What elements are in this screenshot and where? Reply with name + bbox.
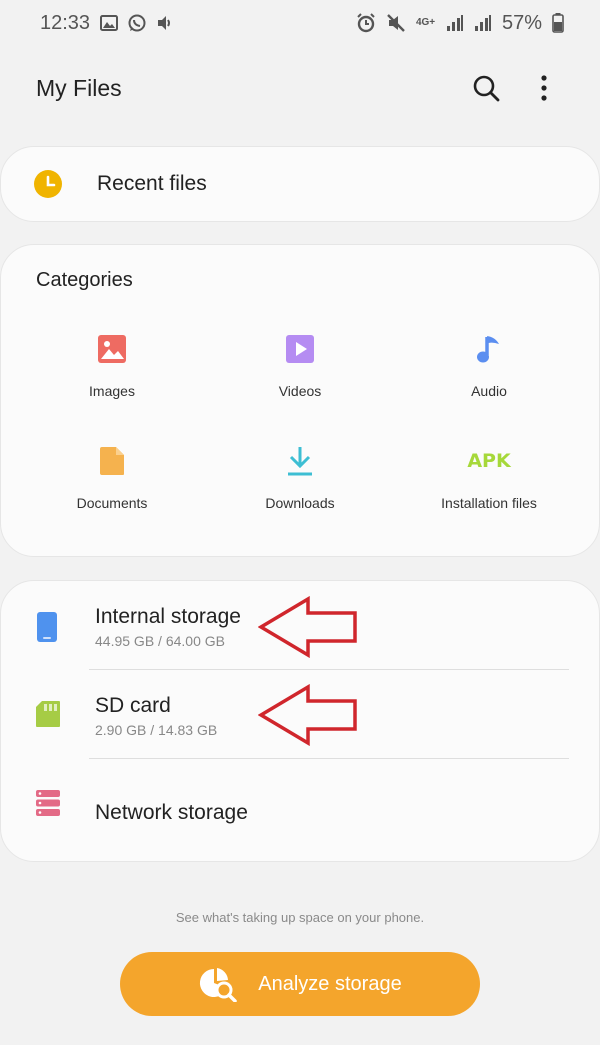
annotation-arrow-left-icon <box>258 684 357 746</box>
image-icon <box>98 335 126 363</box>
more-options-button[interactable] <box>524 68 564 108</box>
storage-name: Network storage <box>95 801 248 824</box>
category-installation-files[interactable]: APK Installation files <box>389 443 589 511</box>
status-time: 12:33 <box>40 11 91 34</box>
page-title: My Files <box>36 74 122 101</box>
sd-card-icon <box>36 701 60 727</box>
category-label: Audio <box>471 383 507 399</box>
recent-files-label: Recent files <box>97 172 207 195</box>
alarm-icon <box>356 13 376 33</box>
status-bar: 12:33 4G+ 57% <box>0 0 600 46</box>
category-label: Videos <box>278 383 322 399</box>
storage-name: SD card <box>95 694 171 717</box>
category-label: Installation files <box>441 495 537 511</box>
category-label: Downloads <box>265 495 335 511</box>
analyze-storage-icon <box>200 968 238 1002</box>
category-documents[interactable]: Documents <box>12 443 212 511</box>
signal-strength-icon-1 <box>446 14 464 32</box>
status-right: 4G+ 57% <box>356 12 564 35</box>
volume-icon <box>156 15 174 31</box>
gallery-notification-icon <box>100 15 119 31</box>
search-icon <box>473 75 500 102</box>
music-note-icon <box>477 336 499 363</box>
battery-icon <box>552 13 564 33</box>
apk-icon: APK <box>467 450 511 472</box>
category-videos[interactable]: Videos <box>200 331 400 399</box>
download-icon <box>288 447 312 476</box>
app-bar: My Files <box>0 60 600 116</box>
battery-percent: 57% <box>501 11 542 34</box>
category-downloads[interactable]: Downloads <box>200 443 400 511</box>
signal-strength-icon-2 <box>474 14 492 32</box>
annotation-arrow-left-icon <box>258 596 357 658</box>
search-button[interactable] <box>466 68 506 108</box>
analyze-storage-button[interactable]: Analyze storage <box>120 952 480 1016</box>
analyze-storage-label: Analyze storage <box>258 972 402 995</box>
status-left: 12:33 <box>40 12 174 35</box>
categories-card: Categories Images Videos Audio Documents… <box>0 244 600 557</box>
storage-hint: See what's taking up space on your phone… <box>175 910 425 925</box>
server-icon <box>36 790 60 816</box>
network-type: 4G+ <box>415 17 436 28</box>
mute-icon <box>386 13 406 33</box>
category-audio[interactable]: Audio <box>389 331 589 399</box>
document-icon <box>100 447 124 475</box>
video-icon <box>286 335 314 363</box>
whatsapp-notification-icon <box>128 14 146 32</box>
storage-name: Internal storage <box>95 605 241 628</box>
phone-icon <box>37 612 57 642</box>
clock-icon <box>34 170 62 198</box>
more-vert-icon <box>541 75 547 101</box>
storage-network[interactable]: Network storage <box>1 759 600 847</box>
recent-files-item[interactable]: Recent files <box>0 146 600 222</box>
category-label: Documents <box>76 495 148 511</box>
categories-heading: Categories <box>36 269 133 291</box>
category-images[interactable]: Images <box>12 331 212 399</box>
storage-size: 44.95 GB / 64.00 GB <box>95 633 225 649</box>
category-label: Images <box>89 383 135 399</box>
storage-size: 2.90 GB / 14.83 GB <box>95 722 218 738</box>
